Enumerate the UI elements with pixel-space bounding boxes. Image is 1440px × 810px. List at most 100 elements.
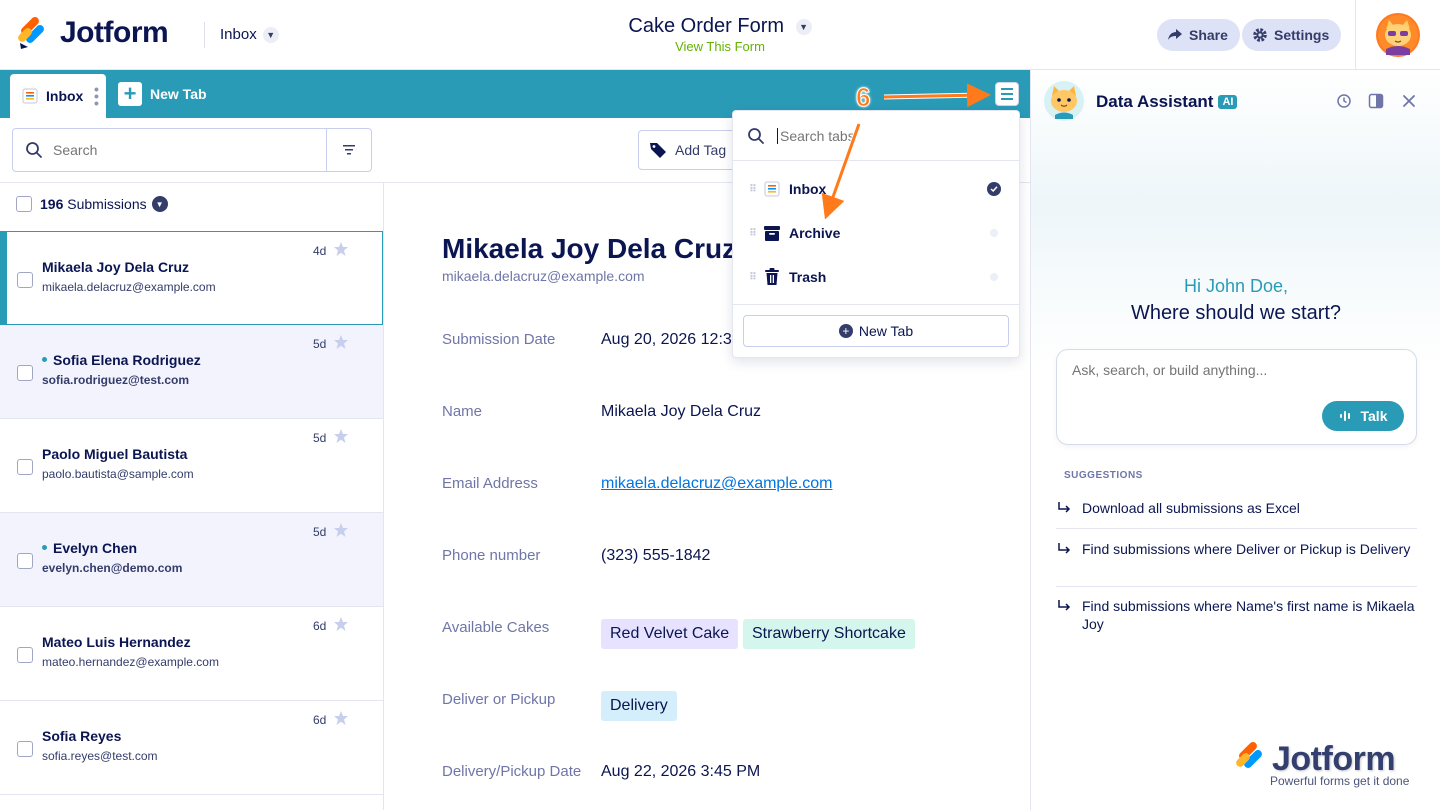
suggestion-item[interactable]: Find submissions where Name's first name… bbox=[1056, 597, 1417, 633]
user-avatar[interactable] bbox=[1376, 13, 1420, 57]
tab-menu-item-archive[interactable]: ⠿ Archive bbox=[733, 213, 1019, 253]
status-dot-icon bbox=[990, 273, 998, 281]
submission-row[interactable]: Sofia Reyes sofia.reyes@test.com 6d bbox=[0, 701, 383, 795]
submission-row[interactable]: Evelyn Chen evelyn.chen@demo.com 5d bbox=[0, 513, 383, 607]
view-form-link-text[interactable]: View This Form bbox=[675, 39, 765, 54]
row-checkbox[interactable] bbox=[17, 553, 33, 569]
field-value-email-link[interactable]: mikaela.delacruz@example.com bbox=[601, 475, 832, 493]
submission-row[interactable]: Mikaela Joy Dela Cruz mikaela.delacruz@e… bbox=[0, 231, 383, 325]
tab-menu-item-label: Trash bbox=[789, 269, 827, 285]
menu-divider bbox=[733, 304, 1019, 305]
submission-subtitle-email: mikaela.delacruz@example.com bbox=[442, 268, 645, 284]
return-arrow-icon bbox=[1056, 597, 1082, 633]
drag-handle-icon[interactable]: ⠿ bbox=[749, 272, 757, 282]
star-icon[interactable] bbox=[333, 616, 349, 632]
settings-button-label: Settings bbox=[1274, 27, 1330, 43]
submission-count-label: Submissions bbox=[67, 196, 147, 212]
star-icon[interactable] bbox=[333, 334, 349, 350]
tab-menu-item-label: Archive bbox=[789, 225, 841, 241]
suggestion-item[interactable]: Download all submissions as Excel bbox=[1056, 499, 1417, 520]
new-tab-button[interactable]: + New Tab bbox=[118, 82, 207, 106]
share-button-label: Share bbox=[1189, 27, 1228, 43]
share-button[interactable]: Share bbox=[1157, 19, 1240, 51]
menu-new-tab-button[interactable]: + New Tab bbox=[743, 315, 1009, 347]
submission-row[interactable]: Mateo Luis Hernandez mateo.hernandez@exa… bbox=[0, 607, 383, 701]
submission-list: Mikaela Joy Dela Cruz mikaela.delacruz@e… bbox=[0, 231, 383, 795]
row-checkbox[interactable] bbox=[17, 459, 33, 475]
filter-button[interactable] bbox=[326, 129, 371, 171]
tab-search-input[interactable] bbox=[777, 127, 977, 144]
field-label-delivery-date: Delivery/Pickup Date bbox=[442, 763, 582, 780]
row-checkbox[interactable] bbox=[17, 647, 33, 663]
history-icon[interactable] bbox=[1336, 93, 1352, 109]
dock-panel-icon[interactable] bbox=[1368, 93, 1384, 109]
check-icon bbox=[987, 182, 1001, 196]
select-all-checkbox[interactable] bbox=[16, 196, 32, 212]
assistant-prompt-box[interactable]: Talk bbox=[1056, 349, 1417, 445]
cat-avatar-icon bbox=[1378, 15, 1418, 55]
suggestion-divider bbox=[1056, 586, 1417, 587]
submitter-email: paolo.bautista@sample.com bbox=[42, 467, 194, 481]
tab-options-icon[interactable]: • • • bbox=[94, 82, 99, 110]
row-checkbox[interactable] bbox=[17, 741, 33, 757]
submission-search[interactable] bbox=[12, 128, 372, 172]
row-checkbox[interactable] bbox=[17, 365, 33, 381]
tabs-menu-button[interactable] bbox=[995, 82, 1019, 106]
cake-chip: Red Velvet Cake bbox=[601, 619, 739, 649]
star-icon[interactable] bbox=[333, 522, 349, 538]
assistant-title-text: Data Assistant bbox=[1096, 92, 1214, 111]
tab-menu-item-inbox[interactable]: ⠿ Inbox bbox=[733, 169, 1019, 209]
assistant-greeting: Hi John Doe, bbox=[1183, 276, 1289, 296]
assistant-question: Where should we start? bbox=[1130, 302, 1342, 324]
filter-icon bbox=[343, 145, 355, 155]
plus-icon: + bbox=[118, 82, 142, 106]
plus-circle-icon: + bbox=[838, 324, 853, 338]
add-tag-button[interactable]: Add Tag bbox=[638, 130, 738, 170]
cat-assistant-icon bbox=[1051, 86, 1077, 119]
submission-count-number: 196 bbox=[40, 196, 64, 212]
drag-handle-icon[interactable]: ⠿ bbox=[749, 184, 757, 194]
tab-menu-item-label: Inbox bbox=[789, 181, 827, 197]
submission-age: 4d bbox=[313, 244, 327, 258]
tab-inbox[interactable]: Inbox • • • bbox=[10, 74, 106, 118]
submission-age: 5d bbox=[313, 431, 327, 445]
submission-age: 5d bbox=[313, 525, 327, 539]
ai-badge: AI bbox=[1218, 95, 1238, 109]
search-icon bbox=[26, 142, 42, 158]
star-icon[interactable] bbox=[333, 428, 349, 444]
tab-search[interactable] bbox=[733, 111, 1019, 161]
submission-row[interactable]: Paolo Miguel Bautista paolo.bautista@sam… bbox=[0, 419, 383, 513]
settings-button[interactable]: Settings bbox=[1242, 19, 1342, 51]
row-checkbox[interactable] bbox=[17, 272, 33, 288]
close-icon[interactable] bbox=[1401, 93, 1417, 109]
submitter-email: mikaela.delacruz@example.com bbox=[42, 280, 216, 294]
assistant-prompt-input[interactable] bbox=[1072, 362, 1392, 386]
submitter-name-text: Sofia Elena Rodriguez bbox=[53, 352, 201, 368]
field-value-phone: (323) 555-1842 bbox=[601, 547, 711, 564]
menu-new-tab-label: New Tab bbox=[858, 323, 914, 339]
return-arrow-icon bbox=[1056, 499, 1082, 520]
submitter-email: mateo.hernandez@example.com bbox=[42, 655, 219, 669]
submitter-name: Evelyn Chen bbox=[42, 540, 137, 556]
star-icon[interactable] bbox=[333, 241, 349, 257]
search-input[interactable] bbox=[53, 142, 303, 158]
talk-button[interactable]: Talk bbox=[1322, 401, 1404, 431]
submission-age: 6d bbox=[313, 713, 327, 727]
watermark-brand: Jotform bbox=[1272, 740, 1396, 778]
drag-handle-icon[interactable]: ⠿ bbox=[749, 228, 757, 238]
inbox-icon bbox=[763, 180, 781, 198]
chevron-down-icon[interactable]: ▼ bbox=[151, 196, 168, 212]
submission-row[interactable]: Sofia Elena Rodriguez sofia.rodriguez@te… bbox=[0, 325, 383, 419]
status-dot-icon bbox=[990, 229, 998, 237]
add-tag-label: Add Tag bbox=[675, 142, 727, 158]
hamburger-icon bbox=[1001, 88, 1013, 90]
suggestion-item[interactable]: Find submissions where Deliver or Pickup… bbox=[1056, 540, 1417, 561]
star-icon[interactable] bbox=[333, 710, 349, 726]
suggestion-text: Find submissions where Name's first name… bbox=[1082, 598, 1415, 632]
jotform-logo-icon bbox=[1236, 742, 1262, 768]
tab-inbox-label: Inbox bbox=[46, 88, 84, 104]
tab-menu-item-trash[interactable]: ⠿ Trash bbox=[733, 257, 1019, 297]
field-label-phone: Phone number bbox=[442, 547, 541, 564]
voice-wave-icon bbox=[1339, 411, 1350, 421]
submitter-name-text: Evelyn Chen bbox=[53, 540, 138, 556]
